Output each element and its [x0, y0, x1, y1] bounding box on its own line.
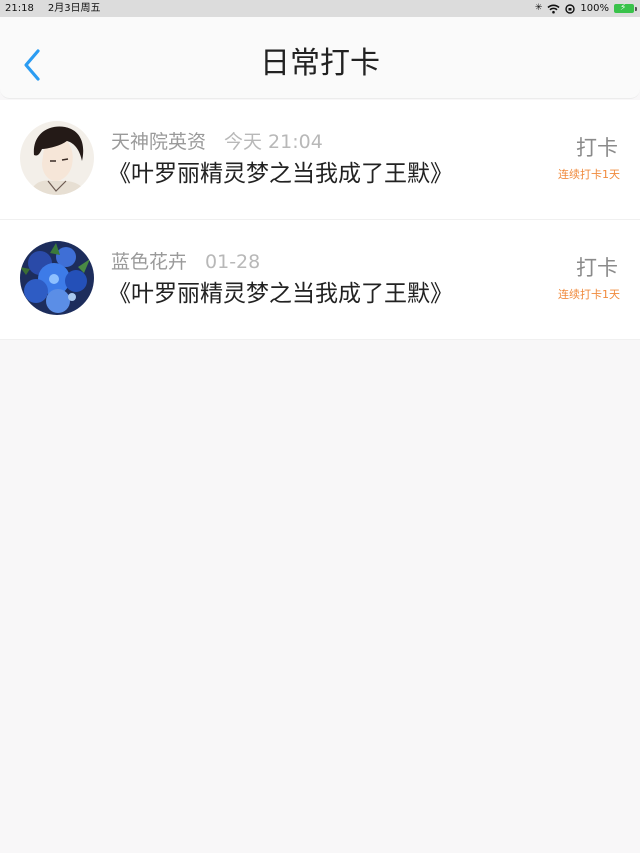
avatar[interactable] [20, 121, 94, 195]
checkin-button[interactable]: 打卡 [576, 135, 618, 161]
checkin-row[interactable]: 天神院英资 今天 21:04 《叶罗丽精灵梦之当我成了王默》 打卡 连续打卡1天 [0, 100, 640, 220]
book-title[interactable]: 《叶罗丽精灵梦之当我成了王默》 [108, 279, 453, 309]
checkin-time: 今天 21:04 [224, 131, 323, 153]
streak-label: 连续打卡1天 [558, 288, 620, 301]
status-bar: 21:18 2月3日周五 ✳ 100% ⚡ [0, 0, 640, 17]
status-date: 2月3日周五 [47, 3, 101, 14]
checkin-list: 天神院英资今天 21:04 《叶罗丽精灵梦之当我成了王默》 打卡 连续打卡1天 [0, 100, 640, 340]
book-title[interactable]: 《叶罗丽精灵梦之当我成了王默》 [108, 159, 453, 189]
navigation-bar: 日常打卡 [0, 17, 640, 99]
status-time: 21:18 [5, 3, 34, 14]
loading-icon: ✳ [534, 3, 543, 13]
checkin-meta: 天神院英资 今天 21:04 [111, 130, 323, 154]
avatar-image [20, 121, 94, 195]
battery-percent: 100% [580, 3, 609, 14]
battery-charging-icon: ⚡ [614, 3, 637, 13]
avatar[interactable] [20, 241, 94, 315]
status-left: 21:18 2月3日周五 [5, 0, 101, 17]
checkin-time: 01-28 [205, 251, 261, 273]
checkin-row[interactable]: 蓝色花卉 01-28 《叶罗丽精灵梦之当我成了王默》 打卡 连续打卡1天 [0, 220, 640, 340]
avatar-image [20, 241, 94, 315]
wifi-icon [547, 4, 560, 13]
checkin-button[interactable]: 打卡 [576, 255, 618, 281]
checkin-meta: 蓝色花卉 01-28 [111, 250, 260, 274]
user-name[interactable]: 天神院英资 [111, 131, 206, 153]
status-right: ✳ 100% ⚡ [534, 0, 637, 17]
user-name[interactable]: 蓝色花卉 [111, 251, 187, 273]
streak-label: 连续打卡1天 [558, 168, 620, 181]
rotation-lock-icon [565, 3, 576, 14]
page-title: 日常打卡 [260, 46, 380, 81]
